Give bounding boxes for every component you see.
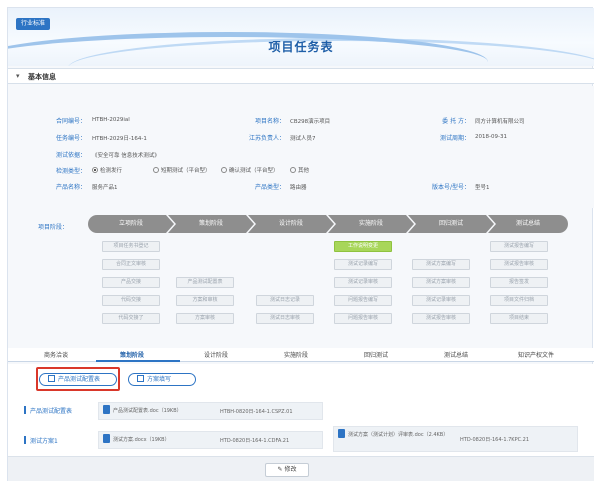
task-button[interactable]: 测试记录审核 [412,295,470,306]
tab-design[interactable]: 设计阶段 [204,350,228,359]
task-button[interactable]: 产品交接 [102,277,160,288]
contract-no-label: 合同编号： [55,118,86,125]
task-button[interactable]: 代码交接 [102,295,160,306]
project-name-value: CB298演示项目 [290,119,331,125]
task-button[interactable]: 测试方案审核 [412,277,470,288]
task-button-active[interactable]: 工作说明变更 [334,241,392,252]
basic-info-title: 基本信息 [28,73,56,81]
file-code: HTD-0820日-164-1.7KPC.21 [460,437,530,443]
task-button[interactable]: 项目结束 [490,313,548,324]
task-button[interactable]: 方案和审核 [176,295,234,306]
task-button[interactable]: 测试报告审核 [412,313,470,324]
footer-bar: ✎ 修改 [8,456,594,481]
tab-ip-files[interactable]: 知识产权文件 [518,350,554,359]
file-list: 产品测试配置表 产品测试配置表.doc（19KB） HTBH-0820日-164… [8,394,594,456]
task-button[interactable]: 问题报告编写 [334,295,392,306]
contract-no-value: HTBH-2029ial [92,117,130,123]
accent-bar [24,406,26,414]
page-title: 项目任务表 [268,40,334,54]
task-button[interactable]: 代码交接了 [102,313,160,324]
document-icon [103,405,110,414]
basis-value: 《安全可靠 信息技术测试》 [92,153,160,159]
product-type-value: 路由器 [290,185,307,191]
test-type-radio-1[interactable]: 检测发行 [92,166,122,174]
product-name-value: 服务产品1 [92,185,118,191]
task-button[interactable]: 方案审核 [176,313,234,324]
delegator-label: 委 托 方： [442,118,470,125]
checkbox-icon [137,375,144,382]
file-card[interactable]: 测试方案.docx（19KB） [98,431,323,449]
stage-summary[interactable]: 测试总结 [488,215,568,233]
page-header: 行业标准 项目任务表 [8,8,594,66]
task-button[interactable]: 报告签发 [490,277,548,288]
radio-dot-icon[interactable] [290,167,296,173]
file-row-label: 测试方案1 [24,436,58,445]
test-type-radio-2[interactable]: 短期测试（平台型） [153,166,211,174]
active-tab-indicator [96,360,180,362]
stage-initiation[interactable]: 立项阶段 [88,215,174,233]
stage-regression[interactable]: 回归测试 [408,215,494,233]
version-label: 版本号/型号： [431,184,470,191]
task-button[interactable]: 项目文件归档 [490,295,548,306]
file-code: HTBH-0820日-164-1.CSPZ.01 [220,409,293,415]
task-button[interactable]: 测试记录审核 [334,277,392,288]
stage-planning[interactable]: 策划阶段 [168,215,254,233]
delegator-value: 同方计算机有限公司 [475,119,525,125]
product-type-label: 产品类型： [254,184,285,191]
tab-summary[interactable]: 测试总结 [444,350,468,359]
radio-dot-icon[interactable] [221,167,227,173]
industry-badge: 行业标准 [16,18,51,30]
test-type-radio-3[interactable]: 确认测试（平台型） [221,166,279,174]
task-button[interactable]: 测试报告编写 [490,241,548,252]
basic-info-panel: 合同编号： HTBH-2029ial 项目名称： CB298演示项目 委 托 方… [8,86,594,208]
page-frame: 行业标准 项目任务表 ▾ 基本信息 合同编号： HTBH-2029ial 项目名… [7,7,594,481]
plan-fill-button[interactable]: 方案填写 [128,373,196,386]
radio-dot-icon[interactable] [153,167,159,173]
task-button[interactable]: 测试报告审核 [490,259,548,270]
stage-design[interactable]: 设计阶段 [248,215,334,233]
contact-label: 江苏负责人： [248,135,285,142]
tab-implementation[interactable]: 实施阶段 [284,350,308,359]
highlight-box [36,367,120,391]
test-type-label: 检测类型： [55,168,86,175]
stage-implementation[interactable]: 实施阶段 [328,215,414,233]
task-button[interactable]: 测试方案编写 [412,259,470,270]
tab-regression[interactable]: 回归测试 [364,350,388,359]
tab-business[interactable]: 商务洽谈 [44,350,68,359]
test-date-label: 测试周期： [439,135,470,142]
project-name-label: 项目名称： [254,118,285,125]
file-code: HTD-0820日-164-1.CDFA.21 [220,438,290,444]
file-row-label: 产品测试配置表 [24,406,72,415]
version-value: 型号1 [475,185,490,191]
task-button[interactable]: 测试日志审核 [256,313,314,324]
test-type-radio-4[interactable]: 其他 [290,166,309,174]
edit-button[interactable]: ✎ 修改 [265,463,309,477]
task-button[interactable]: 问题报告审核 [334,313,392,324]
basic-info-header[interactable]: ▾ 基本信息 [8,68,594,84]
accent-bar [24,436,26,444]
radio-dot-icon[interactable] [92,167,98,173]
tab-planning[interactable]: 策划阶段 [120,350,144,359]
document-icon [338,429,345,438]
file-card[interactable]: 测试方案（测试计划）评审表.doc（2.4KB） [333,426,578,452]
task-no-label: 任务编号： [55,135,86,142]
task-button[interactable]: 合同正文审核 [102,259,160,270]
task-no-value: HTBH-2029日-164-1 [92,136,147,142]
document-icon [103,434,110,443]
test-date-value: 2018-09-31 [475,134,507,140]
task-button[interactable]: 测试记录编写 [334,259,392,270]
basis-label: 测试依据： [55,152,86,159]
task-button[interactable]: 测试日志记录 [256,295,314,306]
process-label: 项目阶段： [38,224,69,231]
stage-bar: 立项阶段 策划阶段 设计阶段 实施阶段 回归测试 测试总结 [88,215,568,233]
task-button[interactable]: 产品测试配置表 [176,277,234,288]
contact-value: 测试人员7 [290,136,316,142]
task-button[interactable]: 项目任务书登记 [102,241,160,252]
chevron-down-icon[interactable]: ▾ [16,72,20,80]
product-name-label: 产品名称： [55,184,86,191]
